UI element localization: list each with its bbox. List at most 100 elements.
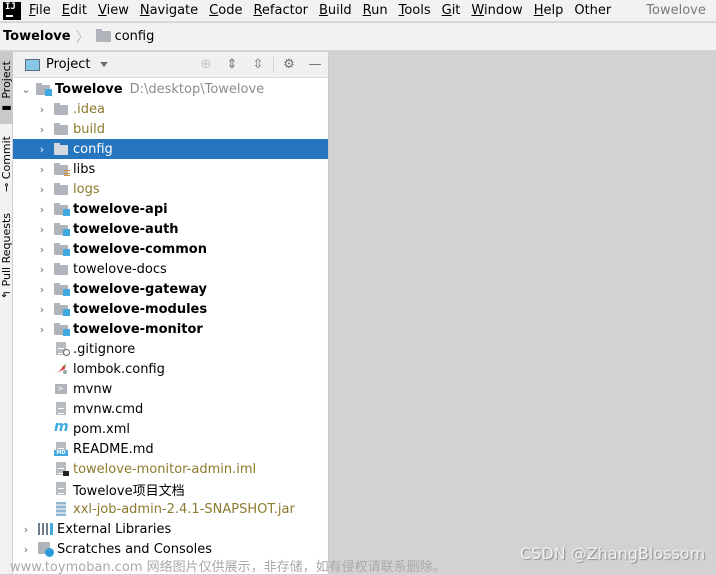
tree-root-towelove[interactable]: ⌄ Towelove D:\desktop\Towelove — [13, 79, 328, 99]
minimize-icon[interactable]: — — [302, 55, 328, 75]
chevron-right-icon[interactable]: › — [19, 543, 33, 556]
side-tab-project-label: ▬ Project — [0, 60, 13, 116]
chevron-down-icon[interactable]: ⌄ — [19, 83, 33, 96]
tree-root-path: D:\desktop\Towelove — [129, 81, 265, 97]
tree-item[interactable]: .gitignore — [13, 339, 328, 359]
menu-tools[interactable]: Tools — [399, 3, 431, 18]
chevron-right-icon[interactable]: › — [35, 303, 49, 316]
tree-item[interactable]: towelove-monitor-admin.iml — [13, 459, 328, 479]
menu-label: ode — [218, 3, 243, 18]
chevron-right-icon[interactable]: › — [35, 283, 49, 296]
menu-build[interactable]: Build — [319, 3, 352, 18]
side-tab-commit[interactable]: ⊸ Commit — [0, 130, 13, 198]
chevron-right-icon[interactable]: › — [35, 203, 49, 216]
collapse-all-icon[interactable]: ⇳ — [245, 55, 271, 75]
chevron-right-icon[interactable]: › — [35, 323, 49, 336]
tree-item-label: libs — [73, 161, 96, 177]
tree-item[interactable]: MD README.md — [13, 439, 328, 459]
folder-icon: ▬ — [0, 98, 13, 116]
menu-other[interactable]: Other — [574, 3, 611, 18]
folder-icon — [54, 182, 70, 196]
commit-icon: ⊸ — [0, 179, 13, 192]
menu-mnemonic: G — [441, 3, 452, 18]
tree-item[interactable]: › towelove-modules — [13, 299, 328, 319]
navigation-bar: Towelove 〉 config — [0, 23, 716, 51]
tree-root-label: Towelove — [55, 81, 123, 97]
menu-label: avigate — [149, 3, 199, 18]
tree-item[interactable]: › towelove-api — [13, 199, 328, 219]
breadcrumb-separator-icon: 〉 — [75, 29, 90, 46]
menu-help[interactable]: Help — [534, 3, 564, 18]
tree-item[interactable]: › config — [13, 139, 328, 159]
menu-mnemonic: E — [61, 3, 70, 18]
side-tab-pull-requests[interactable]: ↰ Pull Requests — [0, 208, 13, 304]
tree-item[interactable]: Towelove项目文档 — [13, 479, 328, 499]
menu-navigate[interactable]: Navigate — [140, 3, 198, 18]
shell-script-icon: > — [54, 382, 70, 396]
gear-icon[interactable]: ⚙ — [276, 55, 302, 75]
window-title: Towelove — [646, 3, 706, 18]
folder-icon — [54, 122, 70, 136]
folder-icon — [54, 142, 70, 156]
tree-item[interactable]: xxl-job-admin-2.4.1-SNAPSHOT.jar — [13, 499, 328, 519]
menu-file[interactable]: File — [29, 3, 51, 18]
tree-item[interactable]: lombok.config — [13, 359, 328, 379]
lombok-config-icon — [54, 362, 70, 376]
menu-label: ools — [404, 3, 431, 18]
tree-item[interactable]: › logs — [13, 179, 328, 199]
menu-run[interactable]: Run — [363, 3, 388, 18]
tree-item[interactable]: › towelove-gateway — [13, 279, 328, 299]
folder-icon — [54, 102, 70, 116]
menu-mnemonic: R — [253, 3, 262, 18]
menu-label: uild — [327, 3, 352, 18]
menu-window[interactable]: Window — [471, 3, 522, 18]
breadcrumb-project[interactable]: Towelove — [3, 29, 71, 44]
intellij-logo-icon[interactable]: IJ — [3, 1, 21, 20]
side-tab-project[interactable]: ▬ Project — [0, 52, 13, 124]
tree-item[interactable]: › libs — [13, 159, 328, 179]
menu-mnemonic: B — [319, 3, 328, 18]
menu-code[interactable]: Code — [209, 3, 242, 18]
chevron-right-icon[interactable]: › — [19, 523, 33, 536]
editor-area — [330, 52, 716, 574]
menu-refactor[interactable]: Refactor — [253, 3, 308, 18]
menu-git[interactable]: Git — [442, 3, 461, 18]
tree-item[interactable]: › towelove-common — [13, 239, 328, 259]
chevron-right-icon[interactable]: › — [35, 123, 49, 136]
tree-item-label: build — [73, 121, 105, 137]
menu-label: un — [371, 3, 388, 18]
menu-label: elp — [543, 3, 564, 18]
side-tab-pull-requests-label: ↰ Pull Requests — [0, 212, 13, 300]
tree-item-label: Scratches and Consoles — [57, 541, 213, 557]
tree-item[interactable]: > mvnw — [13, 379, 328, 399]
folder-icon — [95, 29, 111, 42]
tree-item-external-libraries[interactable]: › External Libraries — [13, 519, 328, 539]
chevron-right-icon[interactable]: › — [35, 183, 49, 196]
tree-item[interactable]: mvnw.cmd — [13, 399, 328, 419]
chevron-right-icon[interactable]: › — [35, 243, 49, 256]
jar-file-icon — [54, 502, 70, 516]
chevron-down-icon[interactable] — [100, 62, 109, 67]
tree-item[interactable]: › towelove-monitor — [13, 319, 328, 339]
tree-item[interactable]: › .idea — [13, 99, 328, 119]
chevron-right-icon[interactable]: › — [35, 163, 49, 176]
tree-item-label: towelove-api — [73, 201, 168, 217]
tree-item-label: towelove-auth — [73, 221, 179, 237]
toolbar-divider — [273, 56, 274, 73]
tree-item[interactable]: › build — [13, 119, 328, 139]
chevron-right-icon[interactable]: › — [35, 223, 49, 236]
locate-icon[interactable]: ⊕ — [193, 55, 219, 75]
breadcrumb-config[interactable]: config — [115, 29, 155, 44]
tree-item[interactable]: › towelove-auth — [13, 219, 328, 239]
menu-edit[interactable]: Edit — [62, 3, 87, 18]
chevron-right-icon[interactable]: › — [35, 143, 49, 156]
tree-item[interactable]: › towelove-docs — [13, 259, 328, 279]
tree-item[interactable]: m pom.xml — [13, 419, 328, 439]
module-folder-icon — [54, 302, 70, 316]
expand-all-icon[interactable]: ⇕ — [219, 55, 245, 75]
chevron-right-icon[interactable]: › — [35, 263, 49, 276]
project-view-selector[interactable]: Project — [46, 57, 90, 72]
tree-item-label: Towelove项目文档 — [73, 483, 185, 499]
menu-view[interactable]: View — [98, 3, 129, 18]
chevron-right-icon[interactable]: › — [35, 103, 49, 116]
